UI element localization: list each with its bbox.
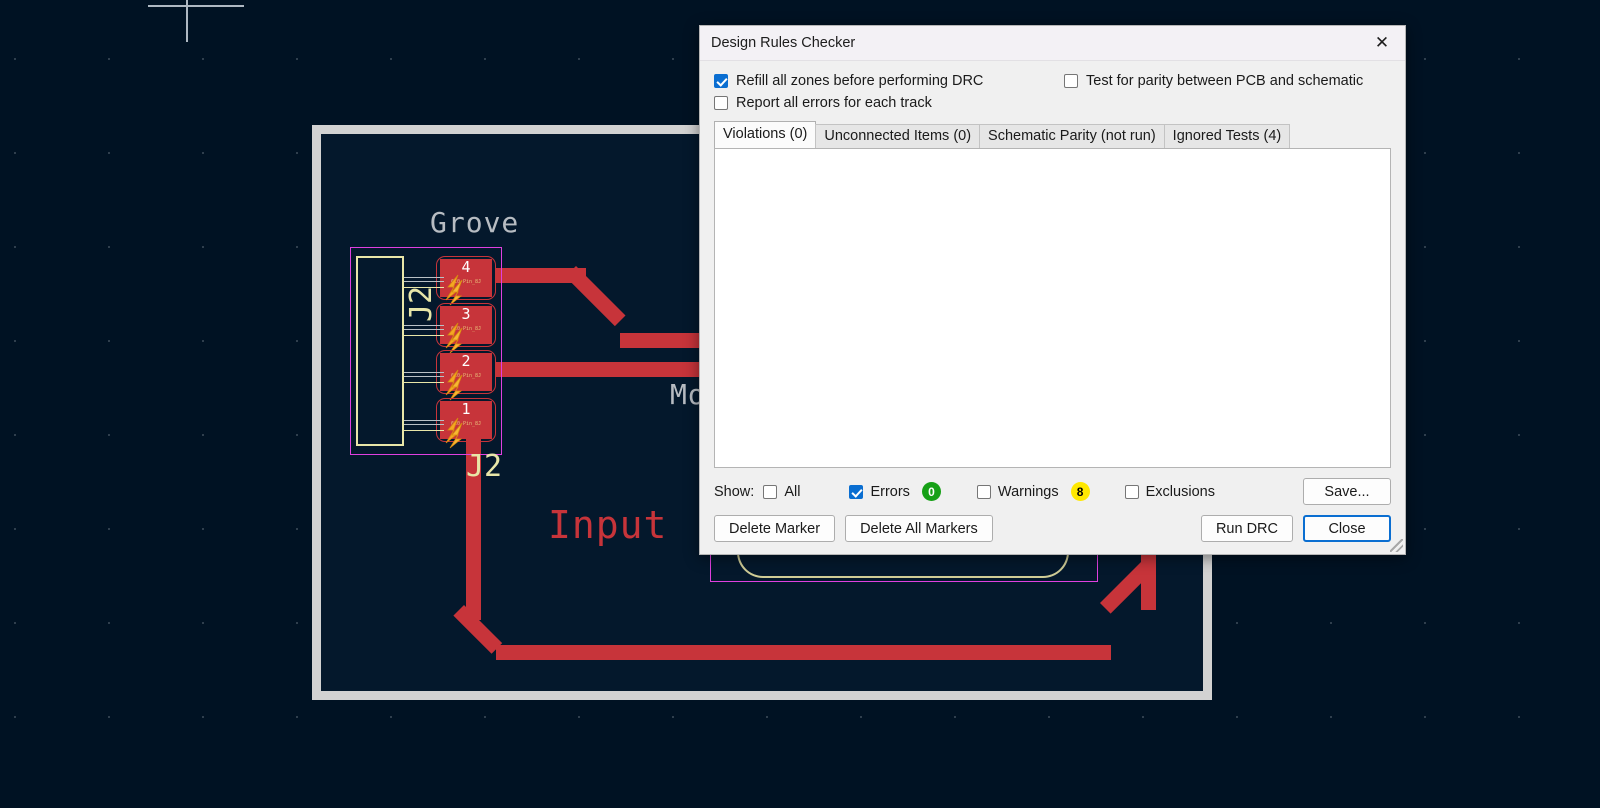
checkbox-label: Report all errors for each track xyxy=(736,95,932,111)
ratsnest-line xyxy=(404,376,444,378)
checkbox-refill-zones[interactable]: Refill all zones before performing DRC xyxy=(714,73,1064,89)
checkbox-label: Exclusions xyxy=(1145,483,1215,500)
dialog-footer: Show: All Errors 0 Warnings 8 Exclusions… xyxy=(700,468,1405,554)
options-spacer xyxy=(1064,95,1391,111)
ratsnest-line xyxy=(404,325,444,327)
pad-trace-line xyxy=(404,430,444,432)
ratsnest-line xyxy=(404,277,444,279)
pad-sublabel: 610-Pin_8J xyxy=(450,373,482,379)
checkbox-box[interactable] xyxy=(714,96,728,110)
copper-text-input: Input xyxy=(548,503,668,547)
crosshair-cursor-horizontal xyxy=(148,5,244,7)
checkbox-label: Test for parity between PCB and schemati… xyxy=(1086,73,1364,89)
silk-text-grove: Grove xyxy=(430,206,520,239)
checkbox-box[interactable] xyxy=(714,74,728,88)
checkbox-test-parity[interactable]: Test for parity between PCB and schemati… xyxy=(1064,73,1391,89)
error-count-badge: 0 xyxy=(921,482,941,501)
checkbox-show-all[interactable]: All xyxy=(763,484,800,500)
ref-designator-j2-rotated[interactable]: J2 xyxy=(404,286,439,322)
track-segment[interactable] xyxy=(496,645,1111,660)
show-label: Show: xyxy=(714,483,755,500)
pad-number: 3 xyxy=(461,305,471,323)
checkbox-show-warnings[interactable]: Warnings xyxy=(976,483,1059,500)
ratsnest-line xyxy=(404,281,444,283)
crosshair-cursor-vertical xyxy=(186,0,188,42)
results-list-panel[interactable] xyxy=(714,148,1391,468)
close-button[interactable]: Close xyxy=(1303,515,1391,542)
pad-number: 4 xyxy=(461,258,471,276)
footprint-j2-silkscreen xyxy=(356,256,404,446)
pad-3[interactable]: 3 610-Pin_8J xyxy=(440,306,492,344)
pad-1[interactable]: 1 610-Pin_8J xyxy=(440,401,492,439)
ratsnest-line xyxy=(404,372,444,374)
ratsnest-line xyxy=(404,424,444,426)
pad-sublabel: 610-Pin_8J xyxy=(450,421,482,427)
delete-marker-button[interactable]: Delete Marker xyxy=(714,515,836,542)
pad-number: 1 xyxy=(461,400,471,418)
checkbox-label: Errors xyxy=(870,483,910,500)
close-icon[interactable]: ✕ xyxy=(1365,29,1399,57)
action-buttons-row: Delete Marker Delete All Markers Run DRC… xyxy=(714,515,1391,542)
design-rules-checker-dialog[interactable]: Design Rules Checker ✕ Refill all zones … xyxy=(699,25,1406,555)
pad-trace-line xyxy=(404,335,444,337)
show-filters-row: Show: All Errors 0 Warnings 8 Exclusions… xyxy=(714,478,1391,505)
pad-2[interactable]: 2 610-Pin_8J xyxy=(440,353,492,391)
tab-schematic-parity[interactable]: Schematic Parity (not run) xyxy=(979,124,1165,148)
ref-designator-j2[interactable]: J2 xyxy=(466,449,502,484)
checkbox-box[interactable] xyxy=(763,484,778,499)
ratsnest-line xyxy=(404,420,444,422)
dialog-resize-grip[interactable] xyxy=(1390,539,1403,552)
checkbox-report-all-errors[interactable]: Report all errors for each track xyxy=(714,95,1064,111)
warning-count-badge: 8 xyxy=(1070,482,1090,501)
dialog-body: Refill all zones before performing DRC T… xyxy=(700,61,1405,468)
results-tabstrip: Violations (0) Unconnected Items (0) Sch… xyxy=(714,121,1391,148)
tab-ignored-tests[interactable]: Ignored Tests (4) xyxy=(1163,124,1291,148)
dialog-options: Refill all zones before performing DRC T… xyxy=(714,73,1391,111)
checkbox-label: All xyxy=(784,483,801,500)
checkbox-label: Warnings xyxy=(997,483,1059,500)
pad-number: 2 xyxy=(461,352,471,370)
dialog-titlebar[interactable]: Design Rules Checker ✕ xyxy=(700,26,1405,61)
save-button[interactable]: Save... xyxy=(1303,478,1391,505)
run-drc-button[interactable]: Run DRC xyxy=(1200,515,1293,542)
pad-4[interactable]: 4 610-Pin_8J xyxy=(440,259,492,297)
tab-violations[interactable]: Violations (0) xyxy=(714,121,817,148)
checkbox-box[interactable] xyxy=(976,484,991,499)
delete-all-markers-button[interactable]: Delete All Markers xyxy=(845,515,993,542)
pad-sublabel: 610-Pin_8J xyxy=(450,326,482,332)
checkbox-show-errors[interactable]: Errors xyxy=(849,483,910,500)
dialog-title: Design Rules Checker xyxy=(711,35,856,51)
checkbox-box[interactable] xyxy=(1064,74,1078,88)
checkbox-box[interactable] xyxy=(849,484,864,499)
ratsnest-line xyxy=(404,329,444,331)
pad-trace-line xyxy=(404,382,444,384)
track-segment[interactable] xyxy=(496,362,726,377)
checkbox-label: Refill all zones before performing DRC xyxy=(736,73,984,89)
pad-sublabel: 610-Pin_8J xyxy=(450,279,482,285)
tab-unconnected-items[interactable]: Unconnected Items (0) xyxy=(815,124,981,148)
checkbox-box[interactable] xyxy=(1124,484,1139,499)
checkbox-show-exclusions[interactable]: Exclusions xyxy=(1124,483,1215,500)
